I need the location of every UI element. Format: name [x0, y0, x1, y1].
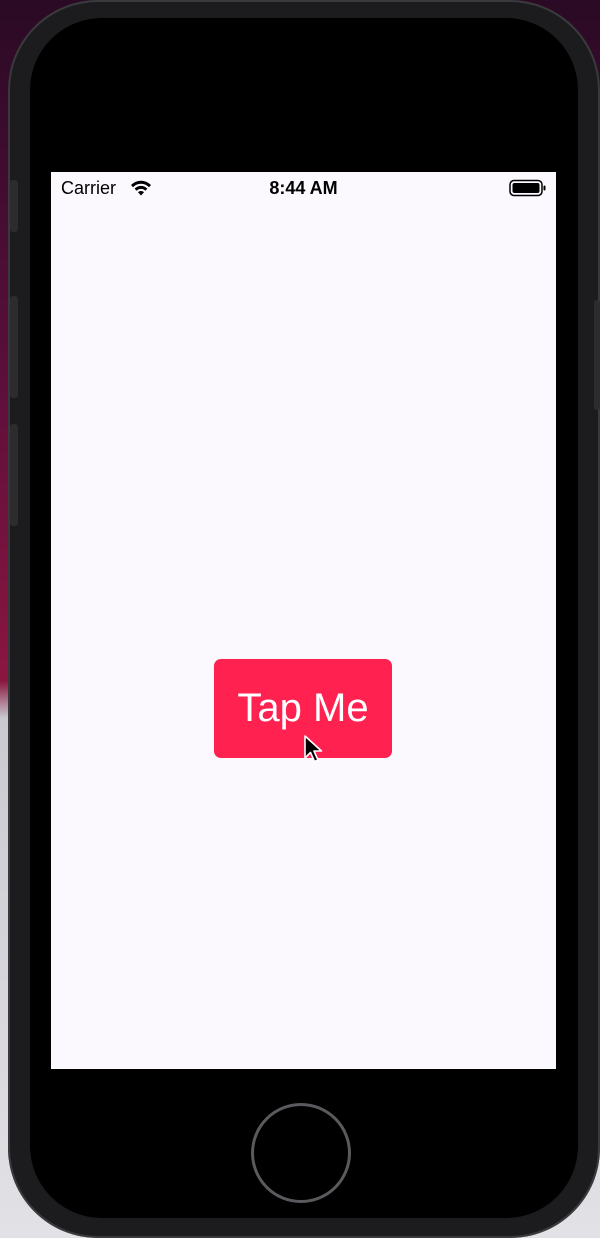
mute-switch	[10, 180, 18, 232]
power-button	[594, 300, 600, 410]
tap-me-button[interactable]: Tap Me	[214, 659, 392, 758]
volume-up-button	[10, 296, 18, 398]
battery-full-icon	[509, 179, 546, 197]
status-bar: Carrier 8:44 AM	[51, 172, 556, 204]
status-time: 8:44 AM	[269, 178, 338, 198]
desktop-background: Carrier 8:44 AM Tap Me	[0, 0, 600, 1238]
volume-down-button	[10, 424, 18, 526]
home-button[interactable]	[251, 1103, 351, 1203]
app-screen: Carrier 8:44 AM Tap Me	[51, 172, 556, 1069]
